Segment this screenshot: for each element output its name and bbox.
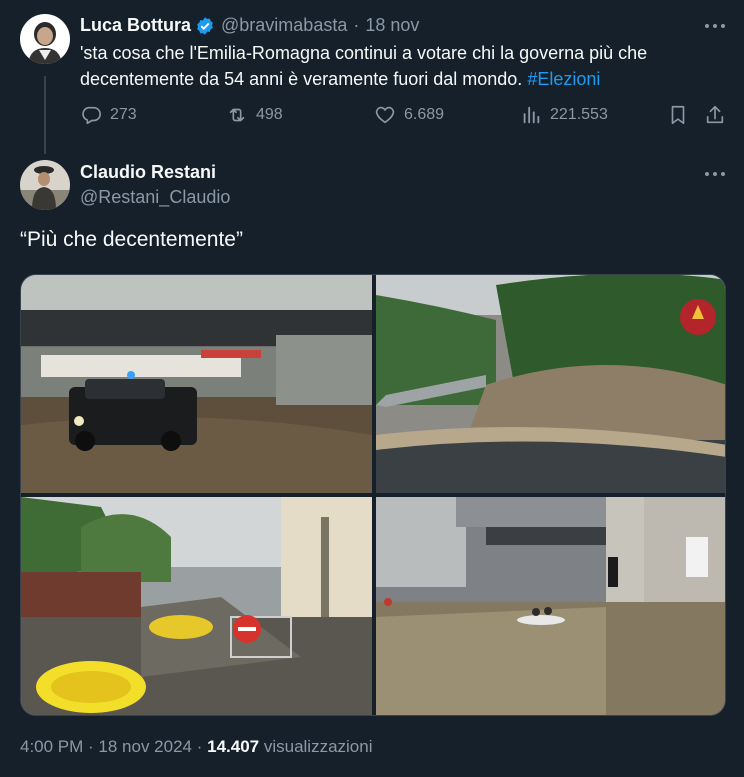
photo-flooded-underpass-police[interactable] (21, 275, 372, 493)
views-button[interactable]: 221.553 (520, 104, 608, 126)
verified-badge-icon (195, 16, 215, 36)
retweet-button[interactable]: 498 (226, 104, 283, 126)
reply-icon (82, 106, 101, 125)
author-name[interactable]: Luca Bottura (80, 15, 191, 36)
reply-meta: 4:00 PM · 18 nov 2024 · 14.407 visualizz… (20, 737, 373, 757)
retweet-icon (229, 108, 245, 122)
tweet-date[interactable]: 18 nov (365, 15, 419, 36)
analytics-icon (523, 106, 540, 124)
photo-landslide-road[interactable] (376, 275, 725, 493)
reply-author-handle[interactable]: @Restani_Claudio (80, 187, 230, 208)
reply-text: “Più che decentemente” (20, 228, 243, 251)
tweet-header: Luca Bottura @bravimabasta · 18 nov (80, 15, 419, 36)
reply-count: 273 (110, 106, 137, 123)
photo-underpass-boat[interactable] (376, 497, 725, 715)
author-handle[interactable]: @bravimabasta (221, 15, 347, 36)
heart-icon (375, 106, 395, 124)
reply-more-icon[interactable] (703, 168, 727, 188)
reply-views-label: visualizzazioni (259, 737, 373, 756)
avatar-claudio-restani[interactable] (20, 160, 70, 210)
bookmark-button[interactable] (667, 104, 689, 126)
avatar-luca-bottura[interactable] (20, 14, 70, 64)
photo-rescue-rafts[interactable] (21, 497, 372, 715)
media-grid (20, 274, 726, 716)
reply-header: Claudio Restani (80, 162, 216, 183)
more-icon[interactable] (703, 20, 727, 40)
thread-line (44, 76, 46, 154)
tweet-actions: 273 498 6.689 221.553 (80, 104, 728, 132)
reply-timestamp[interactable]: 4:00 PM · 18 nov 2024 · (20, 737, 207, 756)
reply-button[interactable]: 273 (80, 104, 137, 126)
share-button[interactable] (704, 104, 726, 126)
separator-dot: · (353, 15, 360, 35)
like-count: 6.689 (404, 106, 445, 123)
reply-author-name[interactable]: Claudio Restani (80, 162, 216, 183)
reply-views-count: 14.407 (207, 737, 260, 756)
share-icon (706, 105, 724, 124)
hashtag-link[interactable]: #Elezioni (527, 69, 600, 89)
views-count: 221.553 (550, 106, 608, 123)
retweet-count: 498 (256, 106, 283, 123)
like-button[interactable]: 6.689 (374, 104, 444, 126)
bookmark-icon (671, 105, 685, 125)
tweet-text: 'sta cosa che l'Emilia-Romagna continui … (80, 40, 720, 92)
